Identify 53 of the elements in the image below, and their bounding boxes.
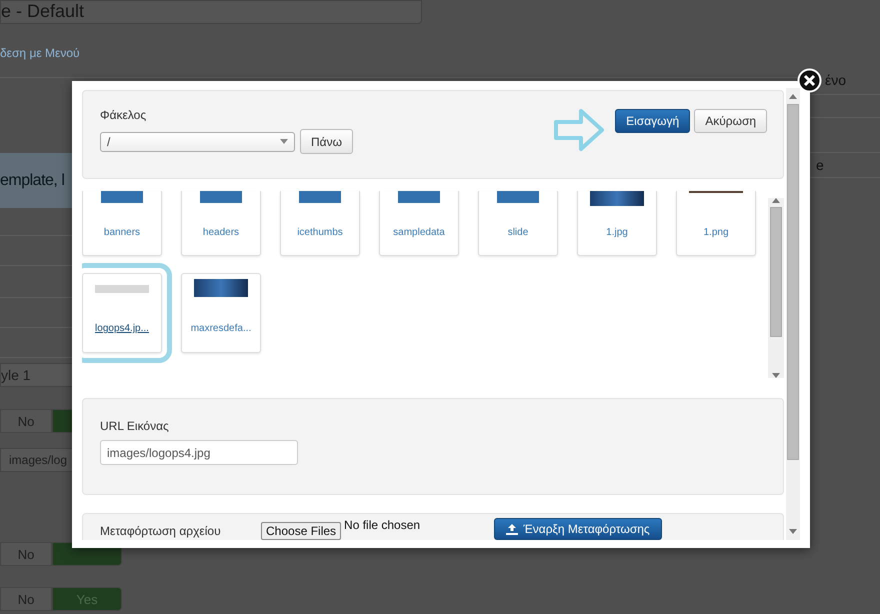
title-field[interactable]: e - Default [0,0,422,24]
scroll-down-arrow-icon[interactable] [789,529,798,534]
scrollbar-thumb[interactable] [770,207,782,337]
file-tile[interactable]: 1.jpg [577,191,657,256]
start-upload-button[interactable]: Έναρξη Μεταφόρτωσης [494,518,662,540]
url-field[interactable]: images/logops4.jpg [100,440,298,465]
image-thumbnail [590,191,644,206]
upload-label: Μεταφόρτωση αρχείου [100,524,222,538]
file-name: 1.jpg [606,227,628,238]
cancel-button[interactable]: Ακύρωση [694,109,768,133]
file-name: icethumbs [297,227,343,238]
file-tile[interactable]: banners [82,191,162,256]
up-button[interactable]: Πάνω [300,129,353,154]
choose-files-button[interactable]: Choose Files [261,522,342,540]
file-tile[interactable]: headers [181,191,261,256]
file-tile[interactable]: maxresdefa... [181,273,261,353]
file-name: logops4.jp... [95,323,149,334]
folder-icon [101,191,143,203]
file-name: 1.png [703,227,729,238]
option-label: ένο [824,71,848,90]
no-file-text: No file chosen [344,518,422,532]
file-name: headers [202,227,240,238]
file-name: maxresdefa... [190,323,252,334]
folder-icon [200,191,242,203]
toggle-option[interactable]: No [0,409,52,433]
menu-link[interactable]: δεση με Μενού [0,45,810,61]
file-tile[interactable]: 1.png [676,191,756,256]
file-tile[interactable]: sampledata [379,191,459,256]
scroll-up-arrow-icon[interactable] [789,94,798,99]
close-icon[interactable] [797,68,822,93]
image-thumbnail [194,279,248,297]
upload-icon [506,524,518,534]
scroll-down-arrow-icon[interactable] [772,373,780,378]
folder-select[interactable]: / [100,132,295,152]
file-name: sampledata [393,227,445,238]
insert-button[interactable]: Εισαγωγή [615,109,690,133]
folder-icon [299,191,341,203]
arrow-pointer-icon [553,108,606,152]
option-label: e [815,156,825,175]
file-name: banners [104,227,140,238]
toggle-option[interactable]: No [0,542,52,566]
scroll-up-arrow-icon[interactable] [772,198,780,203]
toggle-option[interactable]: No [0,587,52,611]
logo-thumbnail [95,285,149,293]
file-tile[interactable]: slide [478,191,558,256]
folder-label: Φάκελος [100,107,148,123]
file-tile[interactable]: icethumbs [280,191,360,256]
file-name: slide [508,227,528,238]
caret-icon [280,139,288,144]
url-label: URL Εικόνας [100,418,170,434]
folder-icon [497,191,539,203]
folder-icon [398,191,440,203]
scrollbar-thumb[interactable] [787,104,800,460]
